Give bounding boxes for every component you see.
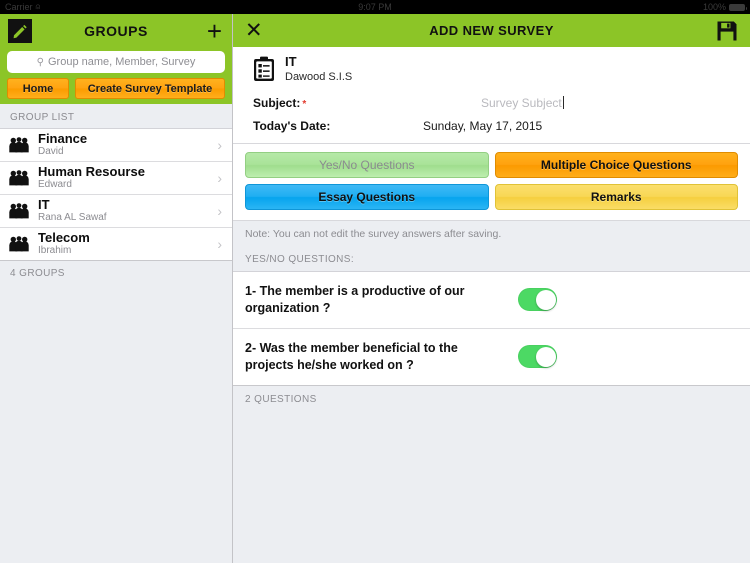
question-text: 1- The member is a productive of our org… [245, 284, 465, 315]
save-floppy-icon[interactable] [716, 20, 738, 42]
toggle-knob [535, 289, 556, 310]
questions-section-header: YES/NO QUESTIONS: [233, 246, 750, 272]
detail-empty-space [233, 412, 750, 563]
survey-group-owner: Dawood S.I.S [285, 70, 353, 83]
group-list-header: GROUP LIST [0, 104, 232, 129]
create-survey-template-button[interactable]: Create Survey Template [75, 78, 225, 99]
sidebar-action-buttons: Home Create Survey Template [0, 76, 232, 104]
sidebar-empty-space [0, 286, 232, 563]
question-row: 2- Was the member beneficial to the proj… [233, 329, 750, 386]
question-type-tabs: Yes/No Questions Multiple Choice Questio… [233, 144, 750, 221]
battery-full-icon [729, 3, 747, 11]
search-icon: ⚲ [36, 56, 44, 68]
sidebar-navbar: GROUPS + [0, 14, 232, 47]
question-toggle[interactable] [518, 288, 557, 312]
group-list: Finance David › Human Resourse Edward › … [0, 129, 232, 261]
battery-percent-label: 100% [702, 2, 726, 12]
group-owner: David [38, 146, 64, 158]
group-people-icon [8, 137, 30, 153]
group-name: Human Resourse [38, 164, 145, 180]
tab-essay-questions[interactable]: Essay Questions [245, 184, 489, 210]
compose-pencil-icon[interactable] [8, 18, 32, 43]
chevron-right-icon: › [217, 137, 222, 153]
question-toggle[interactable] [518, 345, 557, 369]
group-item-text: Telecom Ibrahim [38, 231, 209, 256]
group-count-label: 4 GROUPS [0, 261, 232, 286]
toggle-switch-on[interactable] [518, 288, 557, 312]
group-name: Finance [38, 131, 88, 147]
subject-input[interactable]: Survey Subject [423, 96, 730, 110]
group-owner: Edward [38, 179, 72, 191]
tab-row-1: Yes/No Questions Multiple Choice Questio… [245, 152, 738, 178]
group-item-text: Finance David [38, 132, 209, 157]
save-note: Note: You can not edit the survey answer… [233, 221, 750, 246]
survey-group-row: IT Dawood S.I.S [253, 54, 730, 87]
questions-list: 1- The member is a productive of our org… [233, 272, 750, 386]
page-title: ADD NEW SURVEY [429, 23, 554, 38]
subject-label: Subject: * [253, 96, 423, 110]
tab-yes-no-questions[interactable]: Yes/No Questions [245, 152, 489, 178]
group-owner: Rana AL Sawaf [38, 212, 107, 224]
chevron-right-icon: › [217, 203, 222, 219]
add-group-button[interactable]: + [207, 18, 224, 44]
ipad-split-view-app: Carrier ⍝ 9:07 PM 100% GROUPS + ⚲ Group … [0, 0, 750, 563]
question-row: 1- The member is a productive of our org… [233, 272, 750, 329]
group-owner: Ibrahim [38, 245, 72, 257]
list-item[interactable]: Telecom Ibrahim › [0, 228, 232, 261]
toggle-switch-on[interactable] [518, 345, 557, 369]
required-marker: * [302, 99, 307, 110]
group-people-icon [8, 203, 30, 219]
status-bar: Carrier ⍝ 9:07 PM 100% [0, 0, 750, 14]
group-people-icon [8, 236, 30, 252]
detail-navbar: ✕ ADD NEW SURVEY [233, 14, 750, 47]
tab-remarks[interactable]: Remarks [494, 184, 738, 210]
group-item-text: IT Rana AL Sawaf [38, 198, 209, 223]
list-item[interactable]: Human Resourse Edward › [0, 162, 232, 195]
search-input[interactable]: ⚲ Group name, Member, Survey [7, 51, 225, 73]
chevron-right-icon: › [217, 236, 222, 252]
subject-field-row: Subject: * Survey Subject [253, 96, 730, 110]
subject-placeholder: Survey Subject [481, 96, 562, 110]
sidebar-title: GROUPS [84, 22, 148, 39]
date-label: Today's Date: [253, 119, 331, 133]
list-item[interactable]: IT Rana AL Sawaf › [0, 195, 232, 228]
subject-label-text: Subject: [253, 96, 301, 110]
detail-scroll-area[interactable]: IT Dawood S.I.S Subject: * Survey Subject [233, 47, 750, 563]
date-value: Sunday, May 17, 2015 [423, 119, 543, 133]
home-button[interactable]: Home [7, 78, 69, 99]
sidebar-search-area: ⚲ Group name, Member, Survey [0, 47, 232, 76]
status-bar-right: 100% [702, 2, 747, 12]
date-field-row: Today's Date: Sunday, May 17, 2015 [253, 119, 730, 133]
question-count-label: 2 QUESTIONS [233, 385, 750, 413]
question-text: 2- Was the member beneficial to the proj… [245, 340, 458, 372]
clock-label: 9:07 PM [358, 2, 392, 12]
split-container: GROUPS + ⚲ Group name, Member, Survey Ho… [0, 14, 750, 563]
tab-multiple-choice-questions[interactable]: Multiple Choice Questions [494, 152, 738, 178]
group-name: Telecom [38, 230, 90, 246]
add-survey-detail-panel: ✕ ADD NEW SURVEY IT Dawood S.I.S Subject… [233, 14, 750, 563]
survey-group-name: IT [285, 54, 297, 69]
close-x-icon[interactable]: ✕ [245, 20, 263, 41]
survey-group-text: IT Dawood S.I.S [285, 54, 353, 83]
group-item-text: Human Resourse Edward [38, 165, 209, 190]
groups-sidebar: GROUPS + ⚲ Group name, Member, Survey Ho… [0, 14, 233, 563]
toggle-knob [535, 346, 556, 367]
text-caret [562, 96, 564, 109]
tab-row-2: Essay Questions Remarks [245, 184, 738, 210]
clipboard-checklist-icon [253, 55, 275, 87]
list-item[interactable]: Finance David › [0, 129, 232, 162]
group-name: IT [38, 197, 50, 213]
search-placeholder: Group name, Member, Survey [47, 56, 196, 68]
group-people-icon [8, 170, 30, 186]
survey-header-card: IT Dawood S.I.S Subject: * Survey Subject [233, 47, 750, 144]
chevron-right-icon: › [217, 170, 222, 186]
